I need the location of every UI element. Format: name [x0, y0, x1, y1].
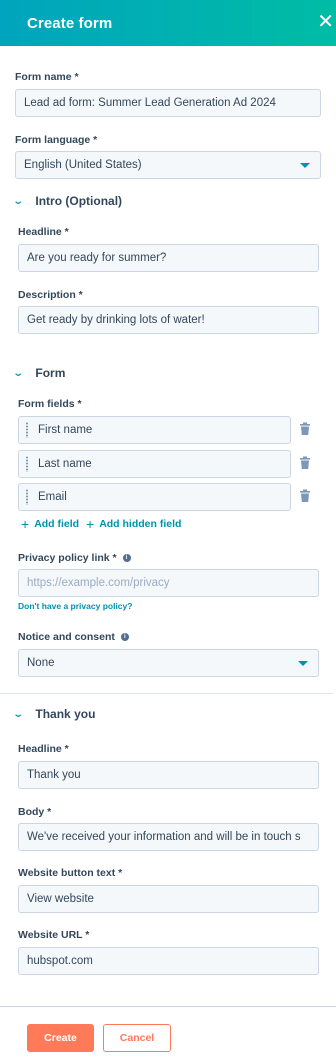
create-button[interactable]: Create: [27, 1024, 94, 1052]
website-url-label: Website URL *: [18, 929, 90, 941]
section-intro-toggle[interactable]: ⌄ Intro (Optional): [12, 194, 123, 208]
plus-icon: +: [86, 516, 95, 532]
info-icon[interactable]: i: [120, 633, 129, 641]
drag-handle-icon[interactable]: [25, 456, 29, 472]
form-fields-label: Form fields *: [18, 398, 82, 410]
panel-header: Create form ✕: [0, 0, 336, 46]
privacy-policy-label: Privacy policy link *: [18, 552, 117, 564]
website-button-text-input[interactable]: View website: [18, 885, 319, 913]
thank-you-body-label: Body *: [18, 806, 52, 818]
add-field-label: Add field: [34, 518, 80, 530]
intro-description-label: Description *: [18, 289, 83, 301]
intro-headline-input[interactable]: Are you ready for summer?: [18, 244, 319, 272]
notice-consent-label-row: Notice and consent i: [18, 631, 129, 643]
form-language-value: English (United States): [24, 159, 142, 171]
form-field-row[interactable]: Email: [18, 483, 291, 511]
form-field-label: Email: [38, 491, 67, 503]
chevron-down-icon: ⌄: [12, 195, 25, 207]
chevron-down-icon: ⌄: [12, 708, 25, 720]
notice-consent-value: None: [27, 657, 55, 669]
website-button-text-label: Website button text *: [18, 867, 123, 879]
privacy-policy-label-row: Privacy policy link * i: [18, 552, 131, 564]
form-field-row[interactable]: First name: [18, 416, 291, 444]
trash-icon[interactable]: [299, 456, 311, 470]
intro-headline-label: Headline *: [18, 226, 69, 238]
add-hidden-field-link[interactable]: + Add hidden field: [86, 516, 181, 532]
form-language-select[interactable]: English (United States): [15, 151, 321, 179]
chevron-down-icon: [300, 163, 310, 168]
chevron-down-icon: [298, 661, 308, 666]
privacy-policy-input[interactable]: https://example.com/privacy: [18, 569, 319, 597]
notice-consent-select[interactable]: None: [18, 649, 319, 677]
form-field-label: Last name: [38, 458, 92, 470]
section-form-toggle[interactable]: ⌄ Form: [12, 366, 66, 380]
close-icon[interactable]: ✕: [317, 12, 334, 32]
plus-icon: +: [21, 516, 30, 532]
no-privacy-policy-link[interactable]: Don't have a privacy policy?: [18, 601, 132, 611]
trash-icon[interactable]: [299, 489, 311, 503]
add-field-link[interactable]: + Add field: [21, 516, 79, 532]
website-url-input[interactable]: hubspot.com: [18, 947, 319, 975]
form-language-label: Form language *: [15, 134, 98, 146]
section-form-title: Form: [35, 366, 66, 380]
section-thank-you-toggle[interactable]: ⌄ Thank you: [12, 707, 96, 721]
section-intro-title: Intro (Optional): [35, 194, 123, 208]
notice-consent-label: Notice and consent: [18, 631, 115, 643]
form-field-label: First name: [38, 424, 93, 436]
info-icon[interactable]: i: [122, 554, 131, 562]
panel-title: Create form: [27, 14, 113, 32]
thank-you-body-input[interactable]: We've received your information and will…: [18, 823, 319, 851]
thank-you-headline-input[interactable]: Thank you: [18, 761, 319, 789]
form-name-input[interactable]: Lead ad form: Summer Lead Generation Ad …: [15, 89, 321, 117]
drag-handle-icon[interactable]: [25, 489, 29, 505]
drag-handle-icon[interactable]: [25, 422, 29, 438]
section-divider: [0, 693, 333, 694]
cancel-button[interactable]: Cancel: [103, 1024, 171, 1052]
trash-icon[interactable]: [299, 422, 311, 436]
intro-description-input[interactable]: Get ready by drinking lots of water!: [18, 306, 319, 334]
section-thank-you-title: Thank you: [35, 707, 96, 721]
chevron-down-icon: ⌄: [12, 367, 25, 379]
form-field-row[interactable]: Last name: [18, 450, 291, 478]
thank-you-headline-label: Headline *: [18, 743, 69, 755]
add-hidden-field-label: Add hidden field: [99, 518, 182, 530]
form-name-label: Form name *: [15, 71, 79, 83]
